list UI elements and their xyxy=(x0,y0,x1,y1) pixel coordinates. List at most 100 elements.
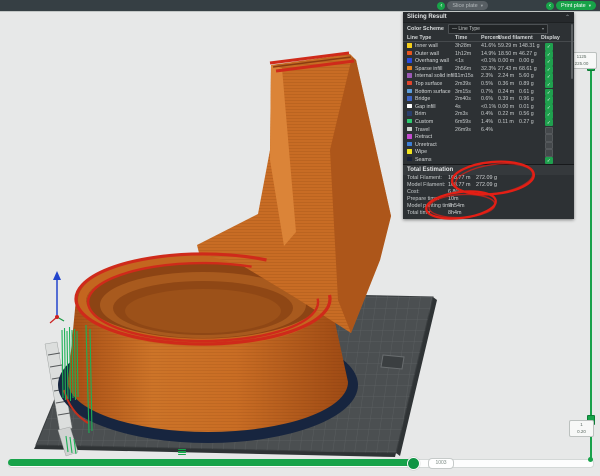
line-type-label: Unretract xyxy=(415,142,437,148)
line-type-row: Custom6m59s1.4%0.11 m0.27 g✓ xyxy=(403,118,574,126)
plate-handle-slot xyxy=(381,355,404,369)
line-type-label: Custom xyxy=(415,119,433,125)
col-line-type: Line Type xyxy=(407,35,431,41)
line-type-label: Wipe xyxy=(415,149,427,155)
total-label: Model printing time: xyxy=(407,203,454,209)
layer-slider-end-dot[interactable] xyxy=(588,457,593,462)
time-cell: 2h56m xyxy=(455,66,471,72)
line-type-table-body: Inner wall3h28m41.6%59.29 m148.31 g✓Oute… xyxy=(403,42,574,164)
filament-length-cell: 0.00 m xyxy=(498,58,514,64)
line-type-row: Wipe xyxy=(403,148,574,156)
percent-cell: <0.1% xyxy=(481,58,496,64)
percent-cell: 2.3% xyxy=(481,73,493,79)
percent-cell: 32.3% xyxy=(481,66,496,72)
line-type-row: Bridge2m40s0.6%0.39 m0.96 g✓ xyxy=(403,95,574,103)
slice-plate-caret-icon: ▾ xyxy=(481,3,483,9)
move-slider-handle[interactable] xyxy=(407,457,420,470)
total-value-1: 8h4m xyxy=(448,210,462,216)
line-type-swatch xyxy=(407,89,412,94)
total-row: Prepare time:10m xyxy=(403,195,574,202)
line-type-row: Brim2m3s0.4%0.22 m0.56 g✓ xyxy=(403,110,574,118)
line-type-row: Retract xyxy=(403,133,574,141)
print-plate-group: ‹ Print plate ▾ xyxy=(546,0,596,11)
total-estimation-header: Total Estimation xyxy=(403,164,574,175)
slice-plate-group: ‹ Slice plate ▾ xyxy=(437,0,488,11)
filament-weight-cell: 0.01 g xyxy=(519,104,534,110)
display-checkbox[interactable]: ✓ xyxy=(545,157,553,165)
line-type-row: Bottom surface3m15s0.7%0.24 m0.61 g✓ xyxy=(403,88,574,96)
total-row: Model printing time:7h54m xyxy=(403,202,574,209)
col-time: Time xyxy=(455,35,467,41)
total-label: Model Filament: xyxy=(407,182,445,188)
time-cell: 11m15s xyxy=(455,73,473,79)
line-type-swatch xyxy=(407,58,412,63)
total-value-1: 108.77 m xyxy=(448,182,470,188)
line-type-swatch xyxy=(407,81,412,86)
line-type-swatch xyxy=(407,73,412,78)
line-type-row: Travel26m9s6.4% xyxy=(403,126,574,134)
time-cell: <1s xyxy=(455,58,464,64)
time-cell: 6m59s xyxy=(455,119,471,125)
chevron-down-icon: ▾ xyxy=(542,26,544,31)
line-type-swatch xyxy=(407,96,412,101)
move-slider-fill xyxy=(8,459,412,466)
line-type-label: Seams xyxy=(415,157,432,163)
line-type-label: Bridge xyxy=(415,96,430,102)
color-scheme-select[interactable]: — Line Type ▾ xyxy=(448,24,548,34)
line-type-swatch xyxy=(407,104,412,109)
col-used-filament: Used filament xyxy=(498,35,533,41)
total-value-1: 108.77 m xyxy=(448,175,470,181)
total-value-1: 6.80 xyxy=(448,189,459,195)
color-scheme-value: — Line Type xyxy=(452,26,480,32)
print-plate-arrow-icon[interactable]: ‹ xyxy=(546,2,554,10)
time-cell: 2m3s xyxy=(455,111,468,117)
line-type-label: Gap infill xyxy=(415,104,436,110)
line-type-swatch xyxy=(407,111,412,116)
slice-plate-label: Slice plate xyxy=(452,3,477,9)
percent-cell: 1.4% xyxy=(481,119,493,125)
filament-weight-cell: 0.56 g xyxy=(519,111,534,117)
slice-plate-arrow-icon[interactable]: ‹ xyxy=(437,2,445,10)
line-type-swatch xyxy=(407,149,412,154)
time-cell: 2m39s xyxy=(455,81,471,87)
filament-weight-cell: 68.61 g xyxy=(519,66,537,72)
layer-slider-track[interactable] xyxy=(590,62,592,460)
line-type-label: Internal solid infill xyxy=(415,73,456,79)
filament-length-cell: 59.29 m xyxy=(498,43,517,49)
origin-dot xyxy=(55,315,59,319)
axes-indicator xyxy=(50,271,64,323)
line-type-row: Seams ✓ xyxy=(403,156,574,164)
filament-weight-cell: 46.27 g xyxy=(519,51,537,57)
filament-length-cell: 0.36 m xyxy=(498,81,514,87)
layer-height-bottom: 0.20 xyxy=(571,429,592,436)
collapse-icon[interactable]: ⌃ xyxy=(565,14,570,21)
line-type-label: Bottom surface xyxy=(415,89,451,95)
app-window: ‹ Slice plate ▾ ‹ Print plate ▾ xyxy=(0,0,600,476)
time-cell: 3h28m xyxy=(455,43,471,49)
percent-cell: 0.5% xyxy=(481,81,493,87)
filament-weight-cell: 5.60 g xyxy=(519,73,534,79)
percent-cell: 14.9% xyxy=(481,51,496,57)
print-plate-button[interactable]: Print plate ▾ xyxy=(556,1,596,10)
time-cell: 3m15s xyxy=(455,89,471,95)
filament-length-cell: 18.50 m xyxy=(498,51,517,57)
totals-body: Total Filament:108.77 m272.09 gModel Fil… xyxy=(403,175,574,219)
filament-weight-cell: 148.31 g xyxy=(519,43,540,49)
percent-cell: 41.6% xyxy=(481,43,496,49)
arrow-glyph: ‹ xyxy=(440,3,442,9)
slice-plate-button[interactable]: Slice plate ▾ xyxy=(447,1,488,10)
panel-scrollbar[interactable] xyxy=(571,24,574,79)
table-header: Line Type Time Percent Used filament Dis… xyxy=(403,34,574,42)
total-row: Total Filament:108.77 m272.09 g xyxy=(403,175,574,182)
line-type-swatch xyxy=(407,119,412,124)
total-label: Prepare time: xyxy=(407,196,439,202)
percent-cell: 0.6% xyxy=(481,96,493,102)
total-label: Cost: xyxy=(407,189,420,195)
line-type-row: Outer wall1h12m14.9%18.50 m46.27 g✓ xyxy=(403,50,574,58)
sliced-model[interactable] xyxy=(58,53,391,443)
slicing-result-panel: Slicing Result ⌃ Color Scheme — Line Typ… xyxy=(403,12,574,219)
line-type-swatch xyxy=(407,134,412,139)
line-type-swatch xyxy=(407,157,412,162)
total-label: Total time: xyxy=(407,210,432,216)
line-type-label: Retract xyxy=(415,134,432,140)
